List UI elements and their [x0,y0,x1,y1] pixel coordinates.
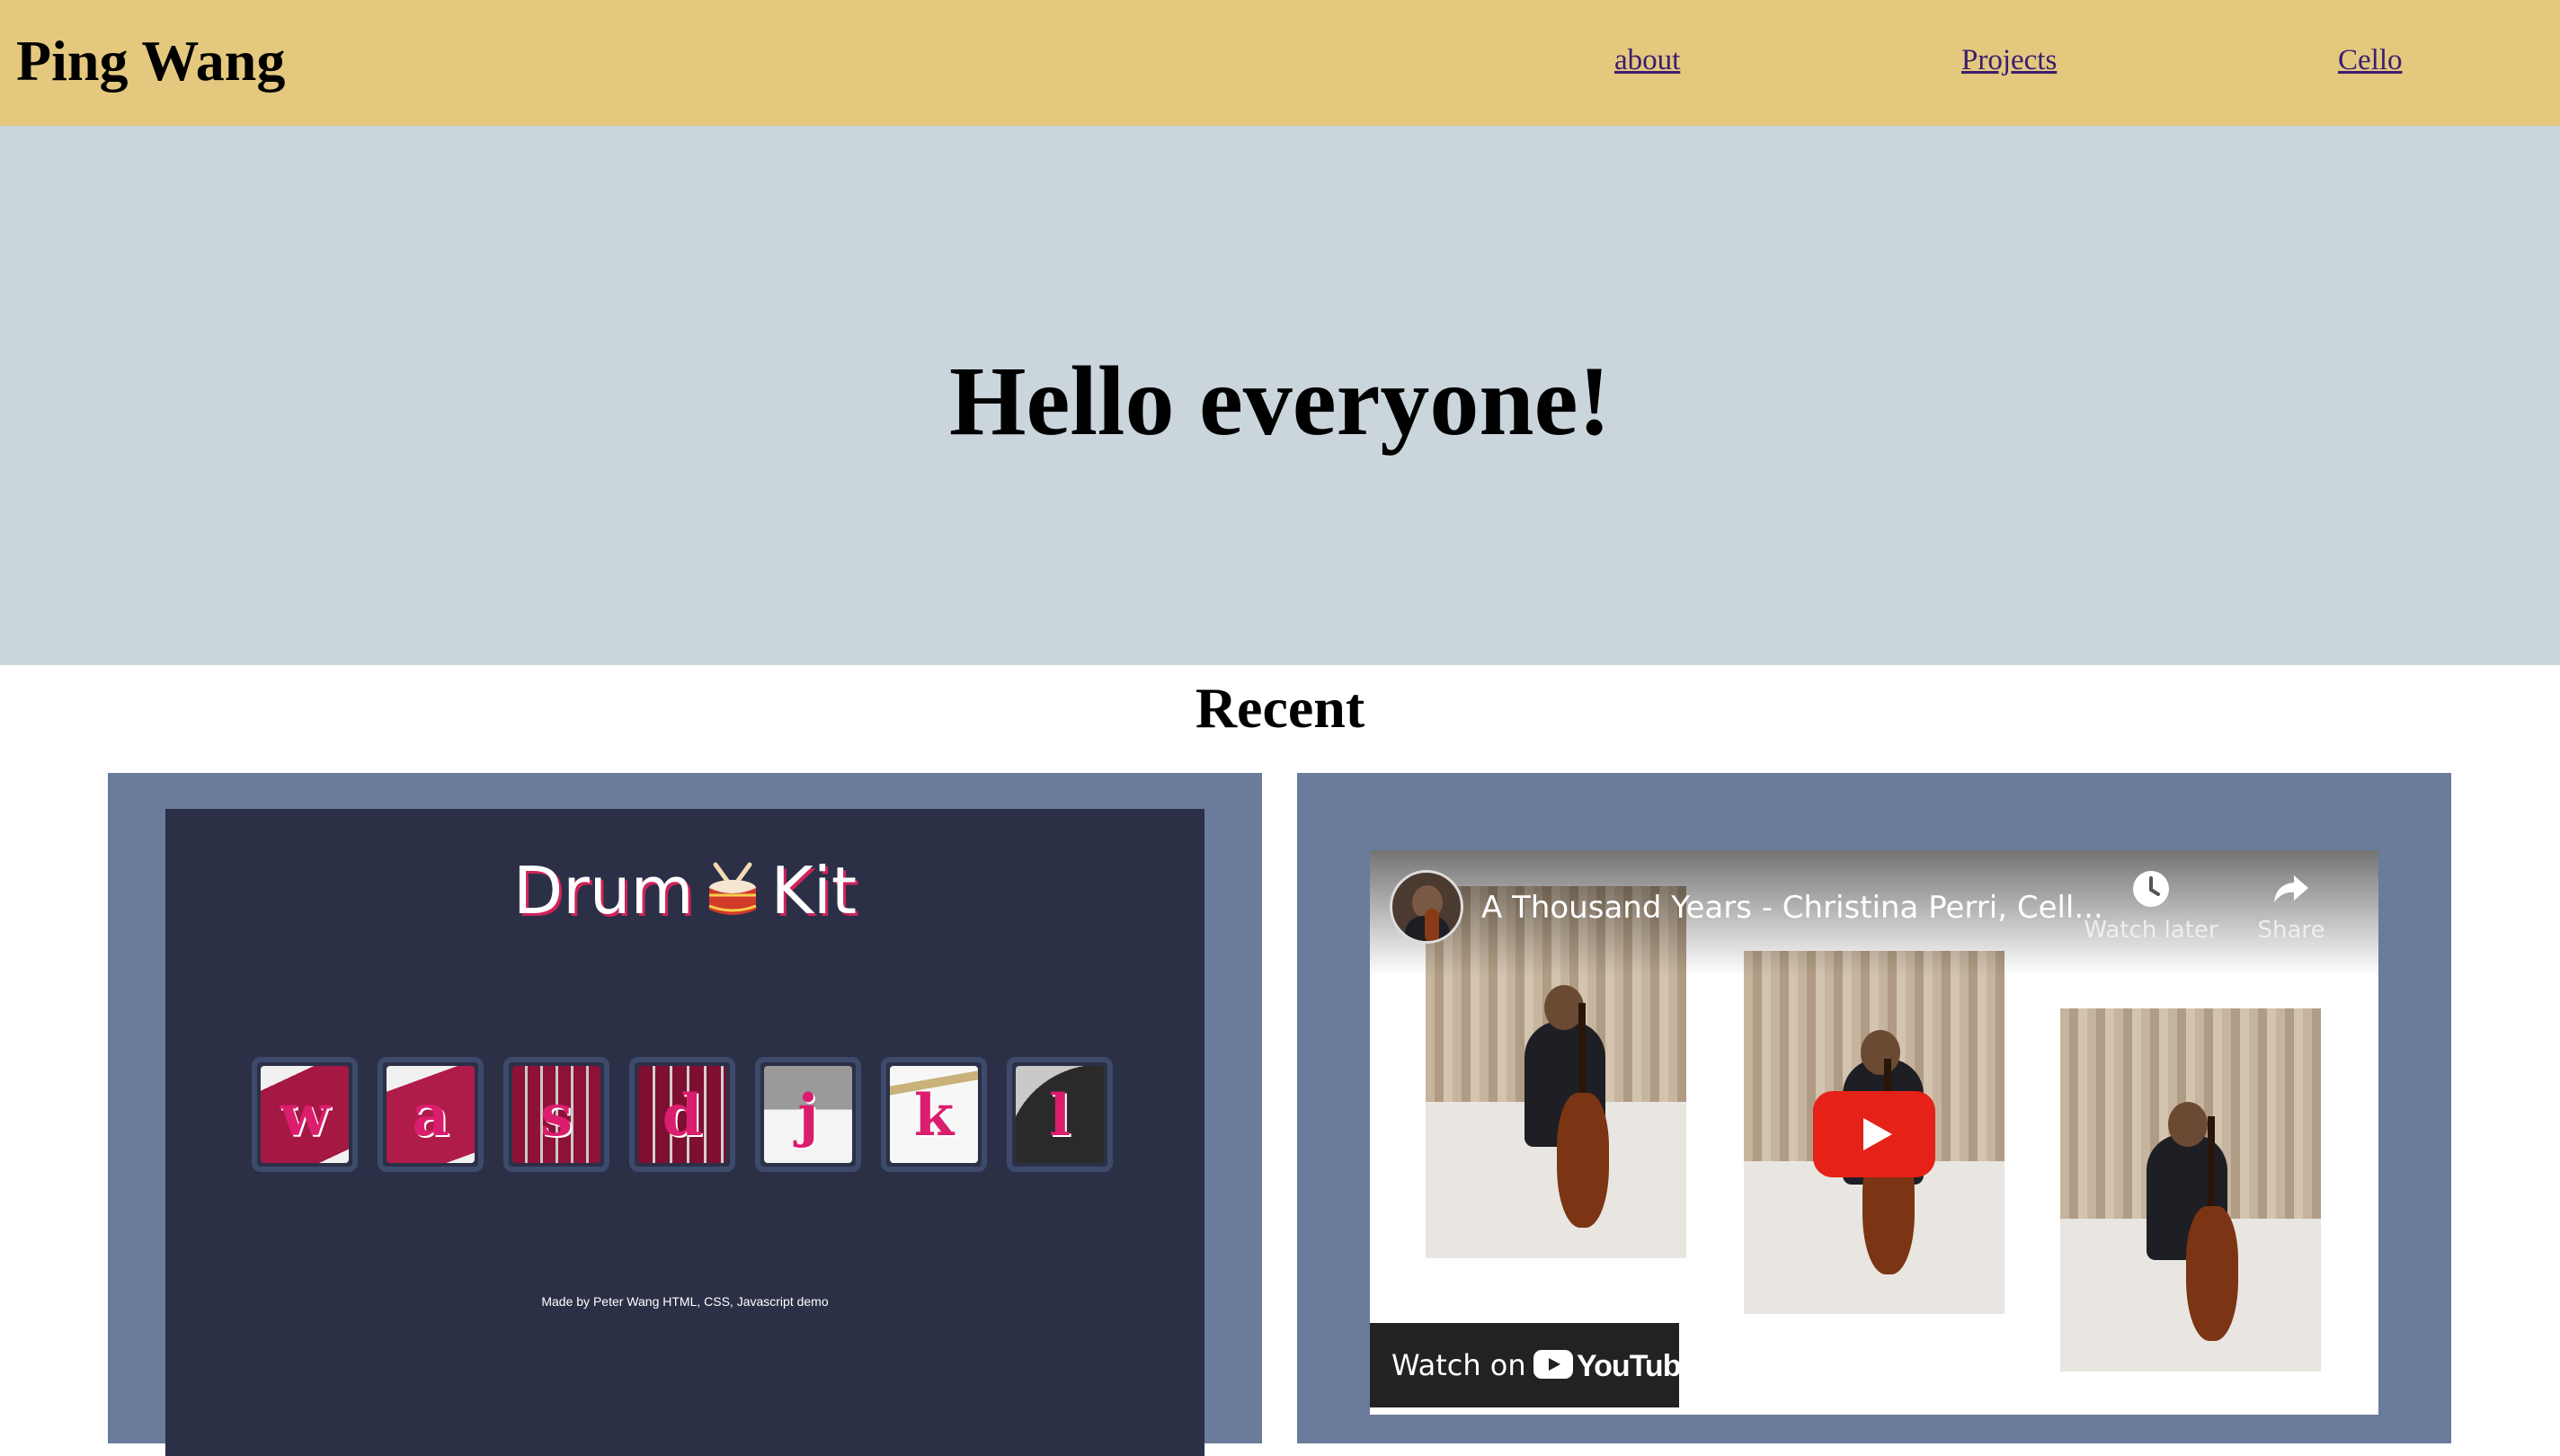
hero-section: Hello everyone! [0,126,2560,665]
nav-link-projects[interactable]: Projects [1961,43,2057,79]
youtube-logo-text: YouTube [1577,1349,1697,1383]
nav-link-about[interactable]: about [1614,43,1680,79]
drum-key-a-label: a [412,1082,449,1150]
cello-video-card: A Thousand Years - Christina Perri, Cell… [1297,773,2451,1443]
watch-later-label: Watch later [2084,917,2218,944]
drum-key-d-label: d [662,1082,703,1150]
drum-kit-title: Drum Kit [165,852,1204,929]
drum-kit-title-left: Drum [512,853,694,928]
drum-key-s-label: s [539,1082,573,1150]
video-title[interactable]: A Thousand Years - Christina Perri, Cell… [1481,890,2103,927]
site-brand[interactable]: Ping Wang [16,27,285,96]
drum-key-d[interactable]: d [629,1057,735,1172]
drum-icon [703,859,762,919]
share-label: Share [2257,917,2325,944]
site-header: Ping Wang about Projects Cello [0,0,2560,126]
recent-heading: Recent [1195,676,1365,740]
drum-key-k-label: k [913,1082,955,1150]
nav-link-cello[interactable]: Cello [2338,43,2403,79]
drum-kit-title-right: Kit [770,853,858,928]
drum-key-l-label: l [1048,1082,1071,1150]
drum-key-l[interactable]: l [1007,1057,1113,1172]
drum-key-k[interactable]: k [881,1057,987,1172]
play-button[interactable] [1813,1091,1935,1177]
drum-key-j-label: j [797,1082,819,1150]
hero-title: Hello everyone! [948,346,1612,456]
youtube-logo-icon: YouTube [1533,1349,1697,1383]
share-button[interactable]: Share [2224,868,2359,944]
drum-key-j[interactable]: j [755,1057,861,1172]
channel-avatar[interactable] [1390,870,1463,944]
drum-key-w[interactable]: w [252,1057,358,1172]
drum-key-s[interactable]: s [503,1057,609,1172]
play-icon [1813,1118,1935,1181]
watch-on-label: Watch on [1391,1348,1526,1382]
youtube-embed[interactable]: A Thousand Years - Christina Perri, Cell… [1370,850,2378,1415]
drum-kit-credit: Made by Peter Wang HTML, CSS, Javascript… [541,1294,829,1309]
drum-kit-preview[interactable]: Drum Kit w a s d j k l Made by Peter Wan… [165,809,1204,1456]
video-frame-3 [2060,1008,2321,1372]
watch-on-youtube-button[interactable]: Watch on YouTube [1370,1323,1697,1407]
share-icon [2224,868,2359,910]
drum-key-a[interactable]: a [378,1057,484,1172]
clock-icon [2084,868,2218,910]
watch-later-button[interactable]: Watch later [2084,868,2218,944]
drum-key-w-label: w [280,1082,330,1150]
drum-kit-card: Drum Kit w a s d j k l Made by Peter Wan… [108,773,1262,1456]
